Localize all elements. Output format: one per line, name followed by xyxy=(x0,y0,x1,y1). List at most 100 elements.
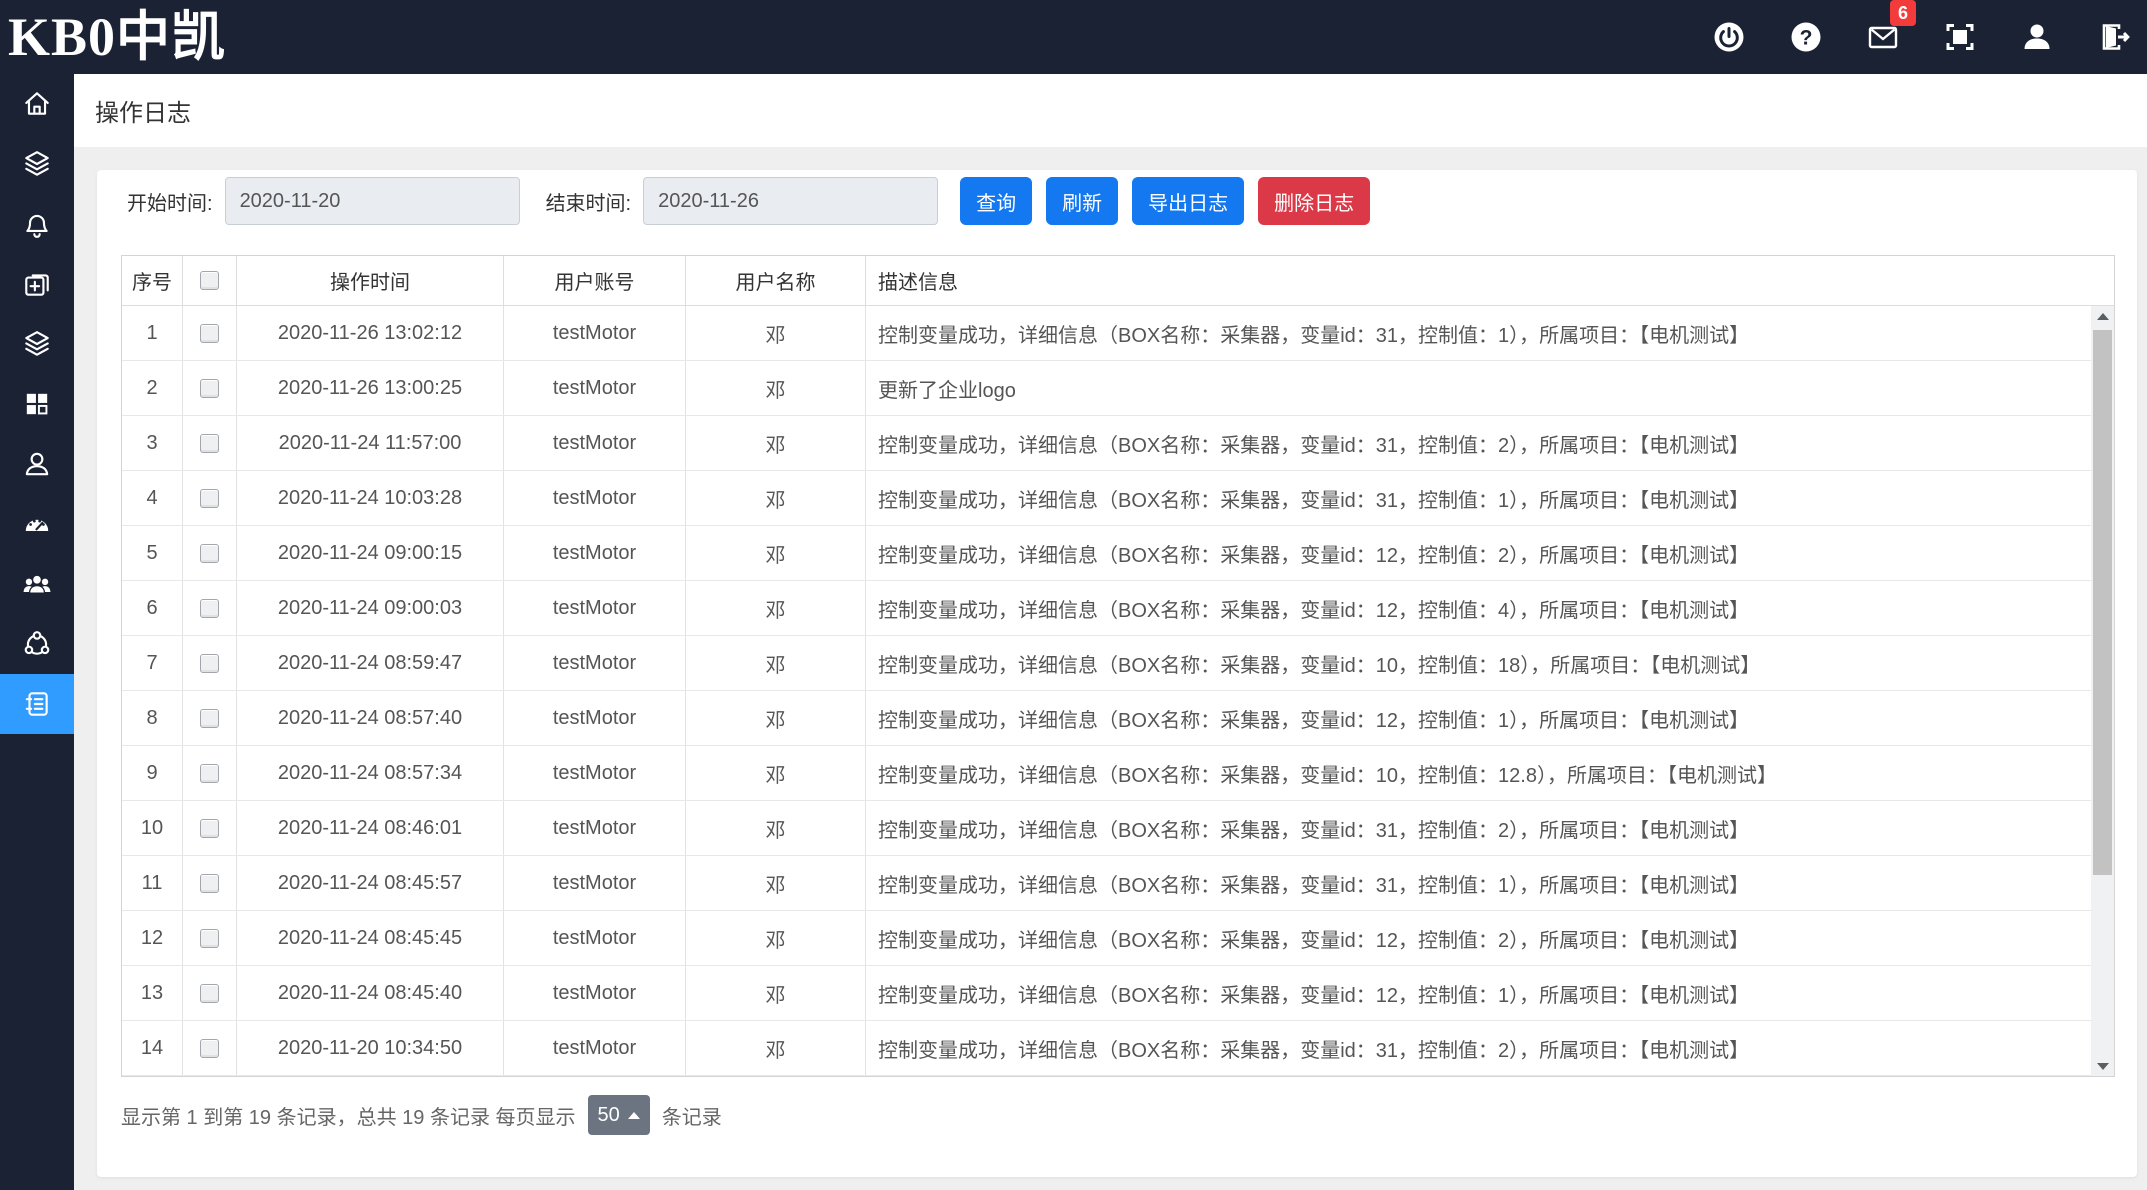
row-user-account: testMotor xyxy=(504,416,686,470)
select-all-checkbox[interactable] xyxy=(200,271,219,290)
row-checkbox-cell xyxy=(183,471,237,525)
row-checkbox[interactable] xyxy=(200,764,219,783)
row-checkbox[interactable] xyxy=(200,434,219,453)
row-operation-time: 2020-11-24 08:45:57 xyxy=(237,856,504,910)
row-checkbox-cell xyxy=(183,581,237,635)
row-index: 3 xyxy=(122,416,183,470)
table-row: 52020-11-24 09:00:15testMotor邓控制变量成功，详细信… xyxy=(122,526,2114,581)
row-user-name: 邓 xyxy=(686,361,866,415)
row-index: 1 xyxy=(122,306,183,360)
sidebar-item-add-box[interactable] xyxy=(0,254,74,314)
row-checkbox[interactable] xyxy=(200,654,219,673)
row-operation-time: 2020-11-24 08:57:40 xyxy=(237,691,504,745)
row-description: 控制变量成功，详细信息（BOX名称：采集器，变量id：31，控制值：1），所属项… xyxy=(866,471,2091,525)
table-row: 92020-11-24 08:57:34testMotor邓控制变量成功，详细信… xyxy=(122,746,2114,801)
row-description: 控制变量成功，详细信息（BOX名称：采集器，变量id：31，控制值：1），所属项… xyxy=(866,306,2091,360)
row-checkbox[interactable] xyxy=(200,874,219,893)
stack-icon xyxy=(22,329,52,359)
row-user-account: testMotor xyxy=(504,581,686,635)
pagination-bar: 显示第 1 到第 19 条记录，总共 19 条记录 每页显示 50 条记录 xyxy=(121,1095,722,1135)
end-time-label: 结束时间: xyxy=(546,187,632,216)
row-checkbox-cell xyxy=(183,691,237,745)
row-user-name: 邓 xyxy=(686,306,866,360)
row-user-account: testMotor xyxy=(504,1021,686,1075)
query-button[interactable]: 查询 xyxy=(960,177,1032,225)
sidebar-item-operation-log[interactable] xyxy=(0,674,74,734)
header-user-account: 用户账号 xyxy=(504,256,686,305)
row-checkbox[interactable] xyxy=(200,324,219,343)
row-index: 8 xyxy=(122,691,183,745)
export-log-button[interactable]: 导出日志 xyxy=(1132,177,1244,225)
start-time-input[interactable] xyxy=(225,177,520,225)
pagination-suffix: 条记录 xyxy=(662,1101,722,1130)
sidebar-item-alerts[interactable] xyxy=(0,194,74,254)
row-operation-time: 2020-11-26 13:02:12 xyxy=(237,306,504,360)
row-description: 控制变量成功，详细信息（BOX名称：采集器，变量id：12，控制值：2），所属项… xyxy=(866,526,2091,580)
scrollbar-up-arrow[interactable] xyxy=(2091,306,2114,326)
row-description: 控制变量成功，详细信息（BOX名称：采集器，变量id：31，控制值：2），所属项… xyxy=(866,801,2091,855)
row-index: 6 xyxy=(122,581,183,635)
row-checkbox[interactable] xyxy=(200,1039,219,1058)
row-checkbox[interactable] xyxy=(200,379,219,398)
scrollbar-down-arrow[interactable] xyxy=(2091,1056,2114,1076)
row-operation-time: 2020-11-26 13:00:25 xyxy=(237,361,504,415)
row-index: 10 xyxy=(122,801,183,855)
header-user-name: 用户名称 xyxy=(686,256,866,305)
table-row: 32020-11-24 11:57:00testMotor邓控制变量成功，详细信… xyxy=(122,416,2114,471)
sidebar-item-stack[interactable] xyxy=(0,314,74,374)
scrollbar-thumb[interactable] xyxy=(2093,330,2112,875)
row-index: 13 xyxy=(122,966,183,1020)
row-index: 14 xyxy=(122,1021,183,1075)
logout-icon[interactable] xyxy=(2097,20,2131,54)
row-user-account: testMotor xyxy=(504,911,686,965)
mail-icon[interactable]: 6 xyxy=(1866,20,1900,54)
left-sidebar xyxy=(0,74,74,1190)
header-operation-time: 操作时间 xyxy=(237,256,504,305)
sidebar-item-home[interactable] xyxy=(0,74,74,134)
delete-log-button[interactable]: 删除日志 xyxy=(1258,177,1370,225)
row-checkbox[interactable] xyxy=(200,819,219,838)
row-description: 控制变量成功，详细信息（BOX名称：采集器，变量id：12，控制值：4），所属项… xyxy=(866,581,2091,635)
refresh-button[interactable]: 刷新 xyxy=(1046,177,1118,225)
table-header: 序号 操作时间 用户账号 用户名称 描述信息 xyxy=(122,256,2114,306)
row-user-account: testMotor xyxy=(504,856,686,910)
sidebar-item-team[interactable] xyxy=(0,554,74,614)
sidebar-item-apps[interactable] xyxy=(0,374,74,434)
row-user-account: testMotor xyxy=(504,306,686,360)
row-description: 更新了企业logo xyxy=(866,361,2091,415)
page-size-dropdown[interactable]: 50 xyxy=(588,1095,650,1135)
row-checkbox[interactable] xyxy=(200,984,219,1003)
sidebar-item-user[interactable] xyxy=(0,434,74,494)
help-icon[interactable]: ? xyxy=(1789,20,1823,54)
row-user-name: 邓 xyxy=(686,416,866,470)
row-checkbox[interactable] xyxy=(200,709,219,728)
row-checkbox[interactable] xyxy=(200,489,219,508)
power-icon[interactable] xyxy=(1712,20,1746,54)
end-time-input[interactable] xyxy=(643,177,938,225)
row-checkbox[interactable] xyxy=(200,929,219,948)
fullscreen-icon[interactable] xyxy=(1943,20,1977,54)
row-user-name: 邓 xyxy=(686,526,866,580)
row-checkbox-cell xyxy=(183,746,237,800)
row-user-account: testMotor xyxy=(504,691,686,745)
row-user-name: 邓 xyxy=(686,1021,866,1075)
svg-text:?: ? xyxy=(1800,27,1813,50)
start-time-label: 开始时间: xyxy=(127,187,213,216)
layers-icon xyxy=(22,149,52,179)
filter-bar: 开始时间: 结束时间: 查询 刷新 导出日志 删除日志 xyxy=(127,177,1370,225)
row-checkbox[interactable] xyxy=(200,544,219,563)
table-row: 82020-11-24 08:57:40testMotor邓控制变量成功，详细信… xyxy=(122,691,2114,746)
row-checkbox-cell xyxy=(183,1021,237,1075)
user-icon[interactable] xyxy=(2020,20,2054,54)
sidebar-item-dashboard[interactable] xyxy=(0,494,74,554)
row-description: 控制变量成功，详细信息（BOX名称：采集器，变量id：12，控制值：2），所属项… xyxy=(866,911,2091,965)
row-user-name: 邓 xyxy=(686,581,866,635)
row-checkbox-cell xyxy=(183,416,237,470)
row-checkbox-cell xyxy=(183,361,237,415)
row-checkbox[interactable] xyxy=(200,599,219,618)
row-operation-time: 2020-11-20 10:34:50 xyxy=(237,1021,504,1075)
sidebar-item-layers[interactable] xyxy=(0,134,74,194)
row-checkbox-cell xyxy=(183,911,237,965)
table-scrollbar[interactable] xyxy=(2091,306,2114,1076)
sidebar-item-network[interactable] xyxy=(0,614,74,674)
